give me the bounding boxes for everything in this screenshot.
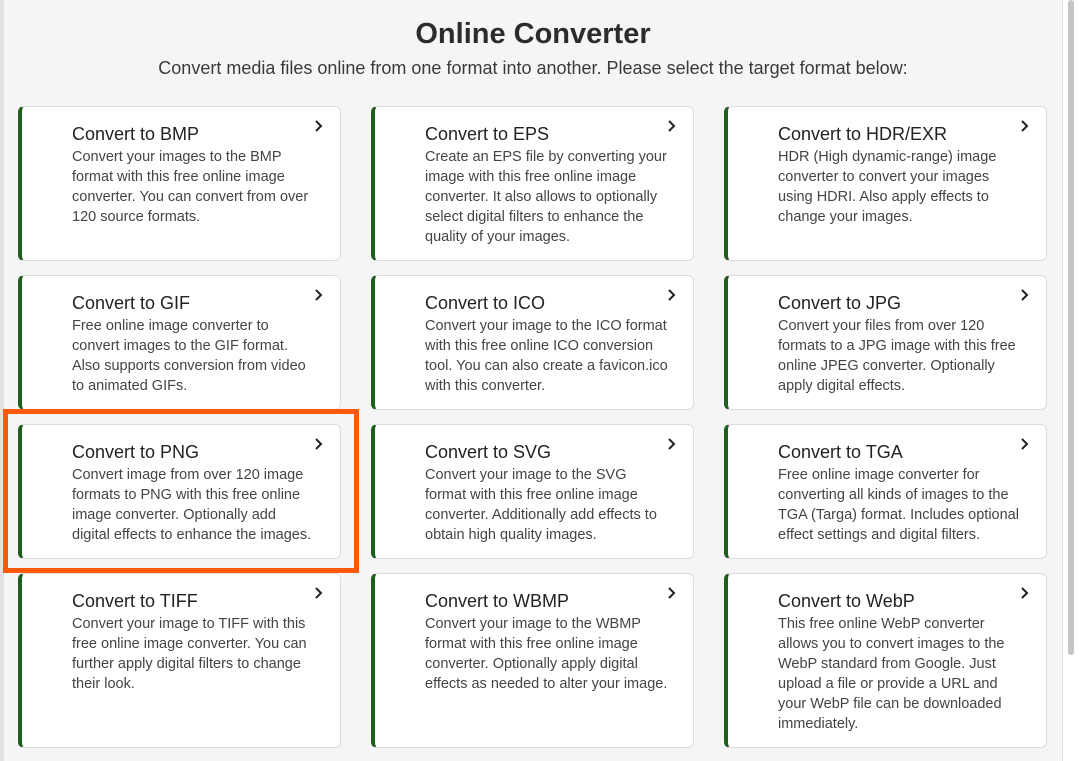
header: Online Converter Convert media files onl…: [0, 14, 1066, 80]
card-convert-to-gif[interactable]: Convert to GIF Free online image convert…: [18, 275, 341, 410]
chevron-right-icon: [1021, 289, 1029, 301]
card-description: Convert your image to the ICO format wit…: [425, 318, 668, 394]
card-description: Convert your image to the WBMP format wi…: [425, 616, 668, 692]
card-description: This free online WebP converter allows y…: [778, 616, 1005, 732]
card-convert-to-tiff[interactable]: Convert to TIFF Convert your image to TI…: [18, 573, 341, 748]
card-convert-to-webp[interactable]: Convert to WebP This free online WebP co…: [724, 573, 1047, 748]
card-title: Convert to ICO: [425, 293, 546, 313]
chevron-right-icon: [315, 438, 323, 450]
card-description: HDR (High dynamic-range) image converter…: [778, 149, 997, 225]
card-title: Convert to WebP: [778, 591, 915, 611]
card-convert-to-tga[interactable]: Convert to TGA Free online image convert…: [724, 424, 1047, 559]
card-description: Convert your files from over 120 formats…: [778, 318, 1016, 394]
left-edge: [0, 0, 4, 761]
card-convert-to-hdr-exr[interactable]: Convert to HDR/EXR HDR (High dynamic-ran…: [724, 106, 1047, 261]
chevron-right-icon: [1021, 438, 1029, 450]
card-description: Convert image from over 120 image format…: [72, 467, 312, 543]
card-title: Convert to TIFF: [72, 591, 198, 611]
card-title: Convert to JPG: [778, 293, 902, 313]
card-description: Free online image converter for converti…: [778, 467, 1019, 543]
card-title: Convert to EPS: [425, 124, 550, 144]
chevron-right-icon: [315, 120, 323, 132]
card-description: Convert your image to TIFF with this fre…: [72, 616, 307, 692]
chevron-right-icon: [315, 587, 323, 599]
card-title: Convert to BMP: [72, 124, 200, 144]
card-convert-to-svg[interactable]: Convert to SVG Convert your image to the…: [371, 424, 694, 559]
page-subtitle: Convert media files online from one form…: [158, 58, 908, 78]
card-title: Convert to WBMP: [425, 591, 570, 611]
scrollbar-thumb[interactable]: [1068, 0, 1074, 655]
chevron-right-icon: [668, 587, 676, 599]
card-description: Free online image converter to convert i…: [72, 318, 306, 394]
card-title: Convert to HDR/EXR: [778, 124, 948, 144]
page: Online Converter Convert media files onl…: [0, 0, 1080, 761]
chevron-right-icon: [668, 289, 676, 301]
chevron-right-icon: [668, 120, 676, 132]
card-description: Create an EPS file by converting your im…: [425, 149, 667, 245]
card-convert-to-jpg[interactable]: Convert to JPG Convert your files from o…: [724, 275, 1047, 410]
card-convert-to-png[interactable]: Convert to PNG Convert image from over 1…: [18, 424, 341, 559]
chevron-right-icon: [1021, 120, 1029, 132]
converter-grid: Convert to BMP Convert your images to th…: [18, 106, 1047, 748]
chevron-right-icon: [315, 289, 323, 301]
scrollbar[interactable]: [1062, 0, 1080, 761]
card-title: Convert to GIF: [72, 293, 191, 313]
card-convert-to-bmp[interactable]: Convert to BMP Convert your images to th…: [18, 106, 341, 261]
card-title: Convert to SVG: [425, 442, 552, 462]
card-title: Convert to TGA: [778, 442, 903, 462]
card-convert-to-eps[interactable]: Convert to EPS Create an EPS file by con…: [371, 106, 694, 261]
chevron-right-icon: [1021, 587, 1029, 599]
chevron-right-icon: [668, 438, 676, 450]
card-convert-to-wbmp[interactable]: Convert to WBMP Convert your image to th…: [371, 573, 694, 748]
card-title: Convert to PNG: [72, 442, 200, 462]
card-description: Convert your image to the SVG format wit…: [425, 467, 657, 543]
page-title: Online Converter: [415, 18, 651, 50]
card-convert-to-ico[interactable]: Convert to ICO Convert your image to the…: [371, 275, 694, 410]
card-description: Convert your images to the BMP format wi…: [72, 149, 309, 225]
